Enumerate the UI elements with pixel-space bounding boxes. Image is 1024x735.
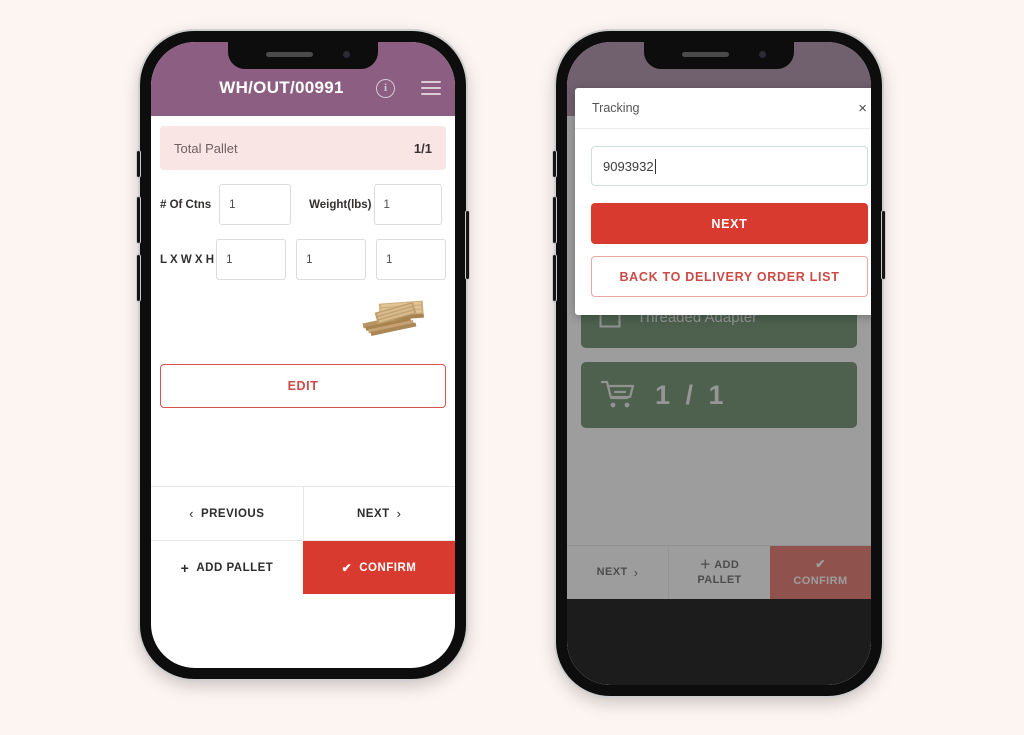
tracking-input-value: 9093932 xyxy=(603,158,654,174)
phone-right-mute-button[interactable] xyxy=(553,151,556,177)
phone-left: chevron-left-icon WH/OUT/00991 i Total P… xyxy=(137,31,469,679)
modal-title: Tracking xyxy=(592,101,640,115)
weight-label: Weight(lbs) xyxy=(309,198,372,211)
nav-row-addpallet-confirm: + ADD PALLET ✔ CONFIRM xyxy=(151,540,455,594)
phone-left-volume-down-button[interactable] xyxy=(137,255,140,301)
keyboard-area xyxy=(567,599,871,685)
phone-left-power-button[interactable] xyxy=(466,211,469,279)
ctns-weight-row: # Of Ctns 1 Weight(lbs) 1 xyxy=(151,184,455,225)
phone-right-volume-up-button[interactable] xyxy=(553,197,556,243)
height-input[interactable]: 1 xyxy=(376,239,447,280)
front-camera xyxy=(343,51,350,58)
tracking-modal: Tracking × 9093932 NEXT BACK TO DELIVERY… xyxy=(575,88,871,315)
length-input[interactable]: 1 xyxy=(216,239,287,280)
chevron-left-icon: ‹ xyxy=(189,506,194,521)
weight-input[interactable]: 1 xyxy=(373,184,442,225)
total-pallet-label: Total Pallet xyxy=(174,140,238,156)
tracking-input[interactable]: 9093932 xyxy=(591,146,868,186)
back-to-delivery-order-list-button[interactable]: BACK TO DELIVERY ORDER LIST xyxy=(591,256,868,297)
info-icon[interactable]: i xyxy=(376,78,395,98)
phone-left-notch xyxy=(228,42,378,69)
phone-right-volume-down-button[interactable] xyxy=(553,255,556,301)
hamburger-icon[interactable] xyxy=(421,80,441,96)
earpiece-speaker xyxy=(682,52,729,57)
confirm-label: CONFIRM xyxy=(359,561,417,574)
wooden-pallet-image xyxy=(362,300,424,336)
close-icon[interactable]: × xyxy=(858,101,867,116)
width-input[interactable]: 1 xyxy=(296,239,367,280)
phone-right-power-button[interactable] xyxy=(882,211,885,279)
next-button[interactable]: NEXT › xyxy=(302,487,455,540)
modal-body: 9093932 NEXT BACK TO DELIVERY ORDER LIST xyxy=(575,129,871,315)
ctns-label: # Of Ctns xyxy=(160,198,212,211)
nav-row-prev-next: ‹ PREVIOUS NEXT › xyxy=(151,486,455,540)
total-pallet-banner: Total Pallet 1/1 xyxy=(160,126,446,170)
hamburger-line xyxy=(421,92,441,96)
hamburger-line xyxy=(421,80,441,84)
dimensions-row: L X W X H 1 1 1 xyxy=(151,239,455,280)
front-camera xyxy=(759,51,766,58)
pallet-image-area xyxy=(151,286,455,358)
next-label: NEXT xyxy=(356,507,390,520)
phone-left-volume-up-button[interactable] xyxy=(137,197,140,243)
confirm-button[interactable]: ✔ CONFIRM xyxy=(303,541,455,594)
add-pallet-label: ADD PALLET xyxy=(196,561,274,574)
phone-right: Threaded Adapter 1 / 1 NEXT › xyxy=(553,31,885,696)
previous-button[interactable]: ‹ PREVIOUS xyxy=(151,487,303,540)
earpiece-speaker xyxy=(266,52,313,57)
chevron-right-icon: › xyxy=(396,506,402,521)
phone-left-mute-button[interactable] xyxy=(137,151,140,177)
hamburger-line xyxy=(421,86,441,90)
phone-right-notch xyxy=(644,42,794,69)
modal-next-button[interactable]: NEXT xyxy=(591,203,868,244)
text-cursor xyxy=(654,158,656,174)
plus-icon: + xyxy=(180,559,190,576)
lwh-label: L X W X H xyxy=(160,253,215,266)
phone-right-screen: Threaded Adapter 1 / 1 NEXT › xyxy=(567,42,871,685)
check-icon: ✔ xyxy=(341,560,353,575)
page-title: WH/OUT/00991 xyxy=(219,78,344,97)
edit-button[interactable]: EDIT xyxy=(160,364,446,408)
ctns-input[interactable]: 1 xyxy=(219,184,292,225)
bottom-navigation: ‹ PREVIOUS NEXT › + ADD PALLET ✔ CONFIRM xyxy=(151,486,455,594)
total-pallet-value: 1/1 xyxy=(413,140,432,156)
previous-label: PREVIOUS xyxy=(200,507,265,520)
add-pallet-button[interactable]: + ADD PALLET xyxy=(151,541,303,594)
phone-left-screen: chevron-left-icon WH/OUT/00991 i Total P… xyxy=(151,42,455,668)
modal-header: Tracking × xyxy=(575,88,871,129)
